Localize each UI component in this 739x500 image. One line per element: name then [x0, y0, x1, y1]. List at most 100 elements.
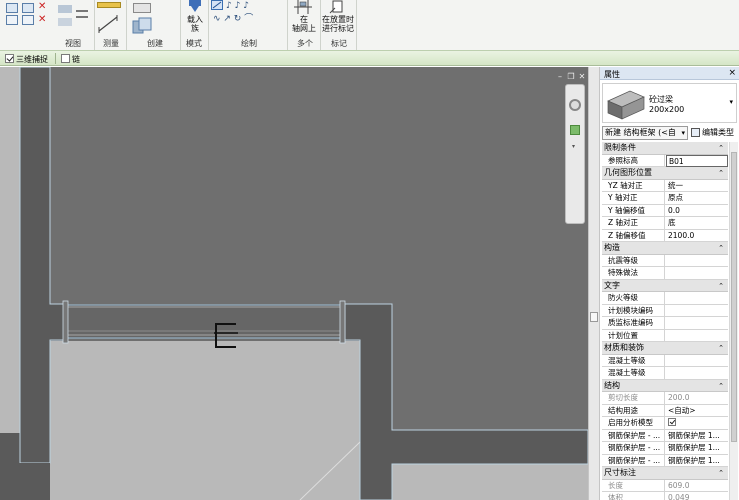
properties-scrollbar[interactable]: [729, 142, 738, 500]
override-icon[interactable]: [76, 3, 88, 12]
property-value[interactable]: 200.0: [666, 392, 728, 404]
checkbox-checked-icon[interactable]: [668, 418, 676, 426]
load-family-icon[interactable]: [188, 0, 202, 14]
property-value[interactable]: 统一: [666, 180, 728, 192]
floor-plan[interactable]: [0, 67, 588, 500]
property-value[interactable]: 609.0: [666, 480, 728, 492]
property-value[interactable]: 0.0: [666, 205, 728, 217]
chain-checkbox[interactable]: [61, 54, 70, 63]
nav-dropdown-icon[interactable]: ▾: [572, 143, 575, 150]
property-row: 计划模块编码: [602, 304, 728, 317]
collapse-icon[interactable]: ⌃: [718, 167, 724, 179]
measure-icon[interactable]: [97, 2, 121, 8]
drawing-view[interactable]: – ❐ ✕ ▾: [0, 67, 588, 500]
property-value[interactable]: [666, 355, 728, 367]
arc-draw-icon[interactable]: ♪ ♪ ♪: [226, 1, 249, 11]
property-value[interactable]: 原点: [666, 192, 728, 204]
property-value[interactable]: B01: [666, 154, 728, 167]
property-value[interactable]: [666, 255, 728, 267]
property-key: 体积: [602, 492, 665, 500]
tag-on-place-icon[interactable]: [329, 0, 345, 14]
property-value[interactable]: <自动>: [666, 405, 728, 417]
tag-on-place-label[interactable]: 在放置时 进行标记: [320, 15, 356, 33]
property-key: 钢筋保护层 - ...: [602, 454, 665, 467]
scrollbar-thumb[interactable]: [731, 152, 737, 442]
property-value[interactable]: 0.049: [666, 492, 728, 500]
linework-icon[interactable]: [76, 16, 88, 25]
view-close-button[interactable]: ✕: [577, 72, 587, 82]
section-header[interactable]: 材质和装饰 ⌃: [602, 342, 728, 355]
view-restore-button[interactable]: ❐: [566, 72, 576, 82]
line-draw-icon[interactable]: [211, 0, 223, 10]
section-header[interactable]: 构造 ⌃: [602, 242, 728, 255]
chain-label[interactable]: 链: [72, 54, 80, 65]
navigation-bar[interactable]: ▾: [565, 84, 585, 224]
instance-selector[interactable]: 新建 结构框架 (<自 ▾: [602, 126, 688, 140]
group-title-mode: 模式: [186, 39, 202, 48]
property-value[interactable]: 钢筋保护层 1...: [666, 455, 728, 467]
section-header[interactable]: 几何图形位置 ⌃: [602, 167, 728, 180]
room-floor: [50, 341, 360, 500]
delete-icon[interactable]: ✕: [38, 1, 46, 12]
panel-splitter[interactable]: [588, 67, 600, 500]
chevron-down-icon[interactable]: ▾: [729, 98, 733, 106]
section-header[interactable]: 限制条件 ⌃: [602, 142, 728, 155]
copy-icon[interactable]: [22, 3, 34, 13]
section-header[interactable]: 结构 ⌃: [602, 379, 728, 392]
three-d-snap-label[interactable]: 三维捕捉: [16, 54, 48, 65]
property-key: YZ 轴对正: [602, 179, 665, 192]
property-value[interactable]: [666, 330, 728, 342]
collapse-icon[interactable]: ⌃: [718, 380, 724, 392]
collapse-icon[interactable]: ⌃: [718, 467, 724, 479]
property-value[interactable]: [666, 367, 728, 379]
pick-line-icon[interactable]: ∿ ↗ ↻ ⌒: [213, 11, 253, 24]
property-value[interactable]: 钢筋保护层 1...: [666, 442, 728, 454]
delete-red-icon[interactable]: ✕: [38, 14, 46, 25]
property-value[interactable]: [666, 305, 728, 317]
create-parts-icon[interactable]: [131, 17, 153, 35]
close-icon[interactable]: ×: [728, 68, 736, 78]
grid-icon[interactable]: [6, 15, 18, 25]
group-title-tag: 标记: [331, 39, 347, 48]
select-icon[interactable]: [6, 3, 18, 13]
property-value[interactable]: [666, 317, 728, 329]
view-minimize-button[interactable]: –: [555, 72, 565, 82]
property-value[interactable]: 钢筋保护层 1...: [666, 430, 728, 442]
property-key: 混凝土等级: [602, 367, 665, 379]
section-header[interactable]: 文字 ⌃: [602, 279, 728, 292]
group-title-create: 创建: [147, 39, 163, 48]
type-family-name: 砼过梁: [649, 95, 673, 104]
zoom-icon[interactable]: [570, 125, 580, 135]
section-header[interactable]: 尺寸标注 ⌃: [602, 467, 728, 480]
array-icon[interactable]: [22, 15, 34, 25]
pin-icon[interactable]: [58, 18, 72, 26]
property-row: 钢筋保护层 - ... 钢筋保护层 1...: [602, 429, 728, 442]
beam: [64, 304, 346, 339]
hide-icon[interactable]: [58, 5, 72, 13]
on-grid-icon[interactable]: [294, 0, 312, 14]
property-value[interactable]: 底: [666, 217, 728, 229]
create-group-icon[interactable]: [133, 3, 151, 13]
collapse-icon[interactable]: ⌃: [718, 142, 724, 154]
dimension-icon[interactable]: [97, 15, 119, 33]
on-grid-label[interactable]: 在 轴网上: [288, 15, 320, 33]
properties-grid: 限制条件 ⌃ 参照标高 B01 几何图形位置 ⌃ YZ 轴对正 统一 Y 轴对正 原点 Y 轴偏移值…: [602, 142, 728, 500]
property-row: 抗震等级: [602, 254, 728, 267]
collapse-icon[interactable]: ⌃: [718, 242, 724, 254]
instance-row: 新建 结构框架 (<自 ▾ 编辑类型: [602, 126, 737, 140]
edit-type-button[interactable]: 编辑类型: [689, 126, 737, 140]
property-value[interactable]: 2100.0: [666, 230, 728, 242]
type-selector[interactable]: 砼过梁 200x200 ▾: [602, 83, 737, 123]
collapse-icon[interactable]: ⌃: [718, 280, 724, 292]
property-key: 计划位置: [602, 329, 665, 342]
three-d-snap-checkbox[interactable]: [5, 54, 14, 63]
load-family-label[interactable]: 载入 族: [182, 15, 208, 33]
splitter-grip[interactable]: [590, 312, 598, 322]
property-key: 抗震等级: [602, 254, 665, 267]
property-value[interactable]: [666, 267, 728, 279]
property-checkbox[interactable]: [666, 417, 728, 429]
collapse-icon[interactable]: ⌃: [718, 342, 724, 354]
property-value[interactable]: [666, 292, 728, 304]
property-row: Z 轴偏移值 2100.0: [602, 229, 728, 242]
steering-wheel-icon[interactable]: [569, 99, 581, 111]
